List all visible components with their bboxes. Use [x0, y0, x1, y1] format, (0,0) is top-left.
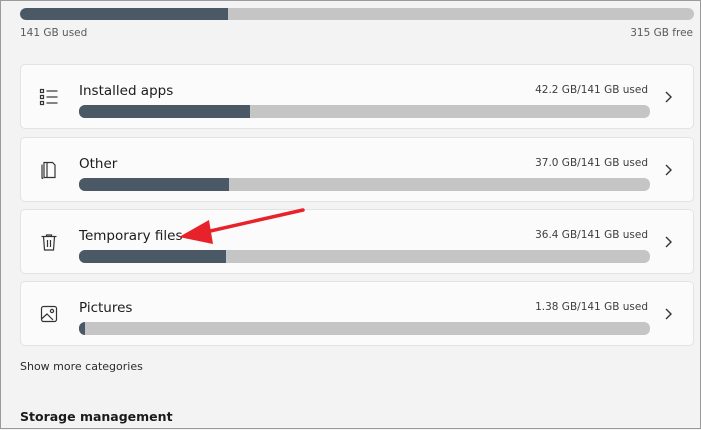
- trash-icon: [39, 232, 59, 252]
- category-card-other[interactable]: Other 37.0 GB/141 GB used: [20, 137, 694, 202]
- category-size: 1.38 GB/141 GB used: [535, 301, 648, 313]
- show-more-categories-link[interactable]: Show more categories: [20, 360, 143, 373]
- chevron-right-icon: [663, 306, 675, 322]
- document-icon: [39, 160, 59, 180]
- chevron-right-icon: [663, 89, 675, 105]
- total-storage-bar-fill: [20, 8, 229, 20]
- total-storage-bar: [20, 8, 694, 20]
- category-card-pictures[interactable]: Pictures 1.38 GB/141 GB used: [20, 281, 694, 346]
- category-usage-bar-fill: [79, 105, 250, 118]
- category-usage-bar: [79, 250, 650, 263]
- category-usage-bar-fill: [79, 250, 227, 263]
- category-card-installed-apps[interactable]: Installed apps 42.2 GB/141 GB used: [20, 64, 694, 129]
- used-space-label: 141 GB used: [20, 27, 88, 39]
- category-usage-bar-fill: [79, 178, 229, 191]
- category-card-temporary-files[interactable]: Temporary files 36.4 GB/141 GB used: [20, 209, 694, 274]
- category-size: 36.4 GB/141 GB used: [535, 229, 648, 241]
- category-usage-bar-fill: [79, 322, 85, 335]
- list-icon: [39, 87, 59, 107]
- category-name: Temporary files: [79, 228, 183, 244]
- category-name: Pictures: [79, 300, 133, 316]
- storage-management-heading: Storage management: [20, 409, 173, 424]
- category-name: Installed apps: [79, 83, 174, 99]
- category-size: 42.2 GB/141 GB used: [535, 84, 648, 96]
- category-size: 37.0 GB/141 GB used: [535, 157, 648, 169]
- free-space-label: 315 GB free: [630, 27, 693, 39]
- category-name: Other: [79, 156, 118, 172]
- image-icon: [39, 304, 59, 324]
- chevron-right-icon: [663, 234, 675, 250]
- category-usage-bar: [79, 178, 650, 191]
- chevron-right-icon: [663, 162, 675, 178]
- category-usage-bar: [79, 105, 650, 118]
- category-usage-bar: [79, 322, 650, 335]
